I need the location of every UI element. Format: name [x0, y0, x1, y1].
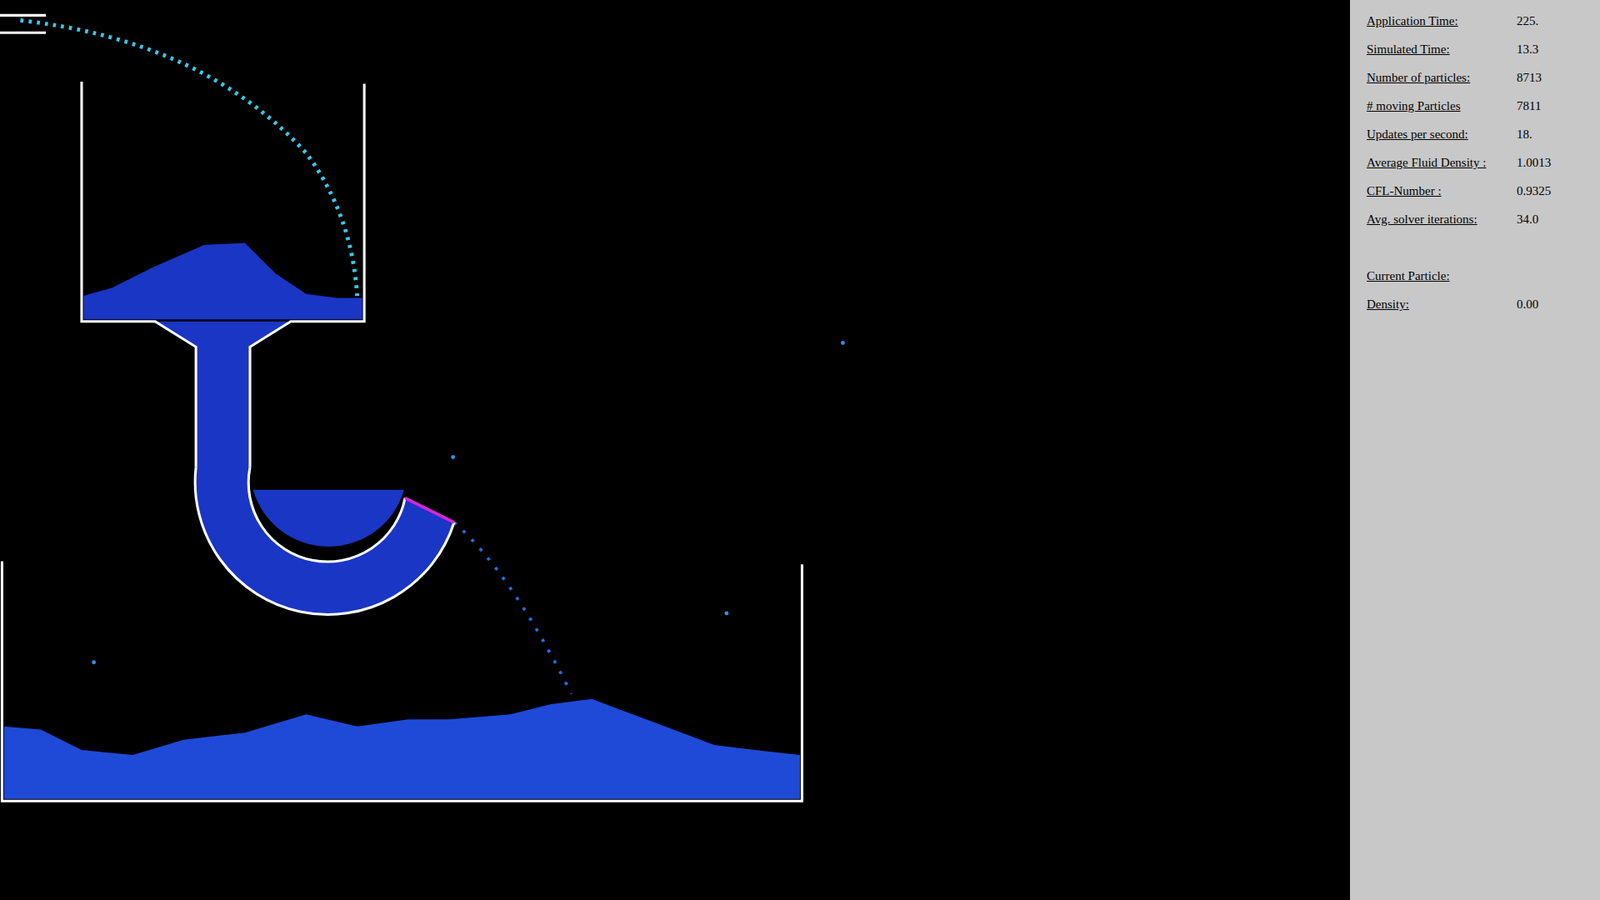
stat-value: 0.9325	[1516, 181, 1551, 201]
stat-row: CFL-Number :0.9325	[1366, 176, 1600, 205]
stat-value: 1.0013	[1516, 153, 1551, 173]
stat-value: 8713	[1516, 68, 1542, 88]
stat-label: Avg. solver iterations:	[1366, 210, 1517, 230]
stat-row: Number of particles:8713	[1366, 63, 1600, 92]
stat-label: Current Particle:	[1366, 266, 1517, 286]
stat-row: Density:0.00	[1366, 290, 1600, 319]
simulation-canvas[interactable]	[0, 0, 1350, 900]
stat-value: 7811	[1516, 96, 1541, 116]
info-panel: Application Time:225.Simulated Time:13.3…	[1350, 0, 1600, 900]
stat-value: 34.0	[1516, 210, 1539, 230]
stat-value: 13.3	[1516, 40, 1539, 60]
stat-label: Average Fluid Density :	[1366, 153, 1517, 173]
stat-value: 18.	[1516, 125, 1533, 145]
stat-row: # moving Particles7811	[1366, 91, 1600, 120]
stat-value: 225.	[1516, 11, 1539, 31]
stat-label: # moving Particles	[1366, 96, 1517, 116]
stat-row: Current Particle:	[1366, 261, 1600, 290]
stat-row: Updates per second:18.	[1366, 120, 1600, 149]
stat-label: Simulated Time:	[1366, 40, 1517, 60]
stat-row: Application Time:225.	[1366, 6, 1600, 35]
fluid-scene	[0, 0, 1350, 900]
stat-row: Average Fluid Density :1.0013	[1366, 148, 1600, 177]
stat-row: Avg. solver iterations:34.0	[1366, 205, 1600, 234]
stat-label: Number of particles:	[1366, 68, 1517, 88]
stat-label: Updates per second:	[1366, 125, 1517, 145]
stat-row: Simulated Time:13.3	[1366, 35, 1600, 64]
stat-label: Density:	[1366, 295, 1517, 315]
stat-label: Application Time:	[1366, 11, 1517, 31]
stat-value: 0.00	[1516, 295, 1539, 315]
stat-label: CFL-Number :	[1366, 181, 1517, 201]
